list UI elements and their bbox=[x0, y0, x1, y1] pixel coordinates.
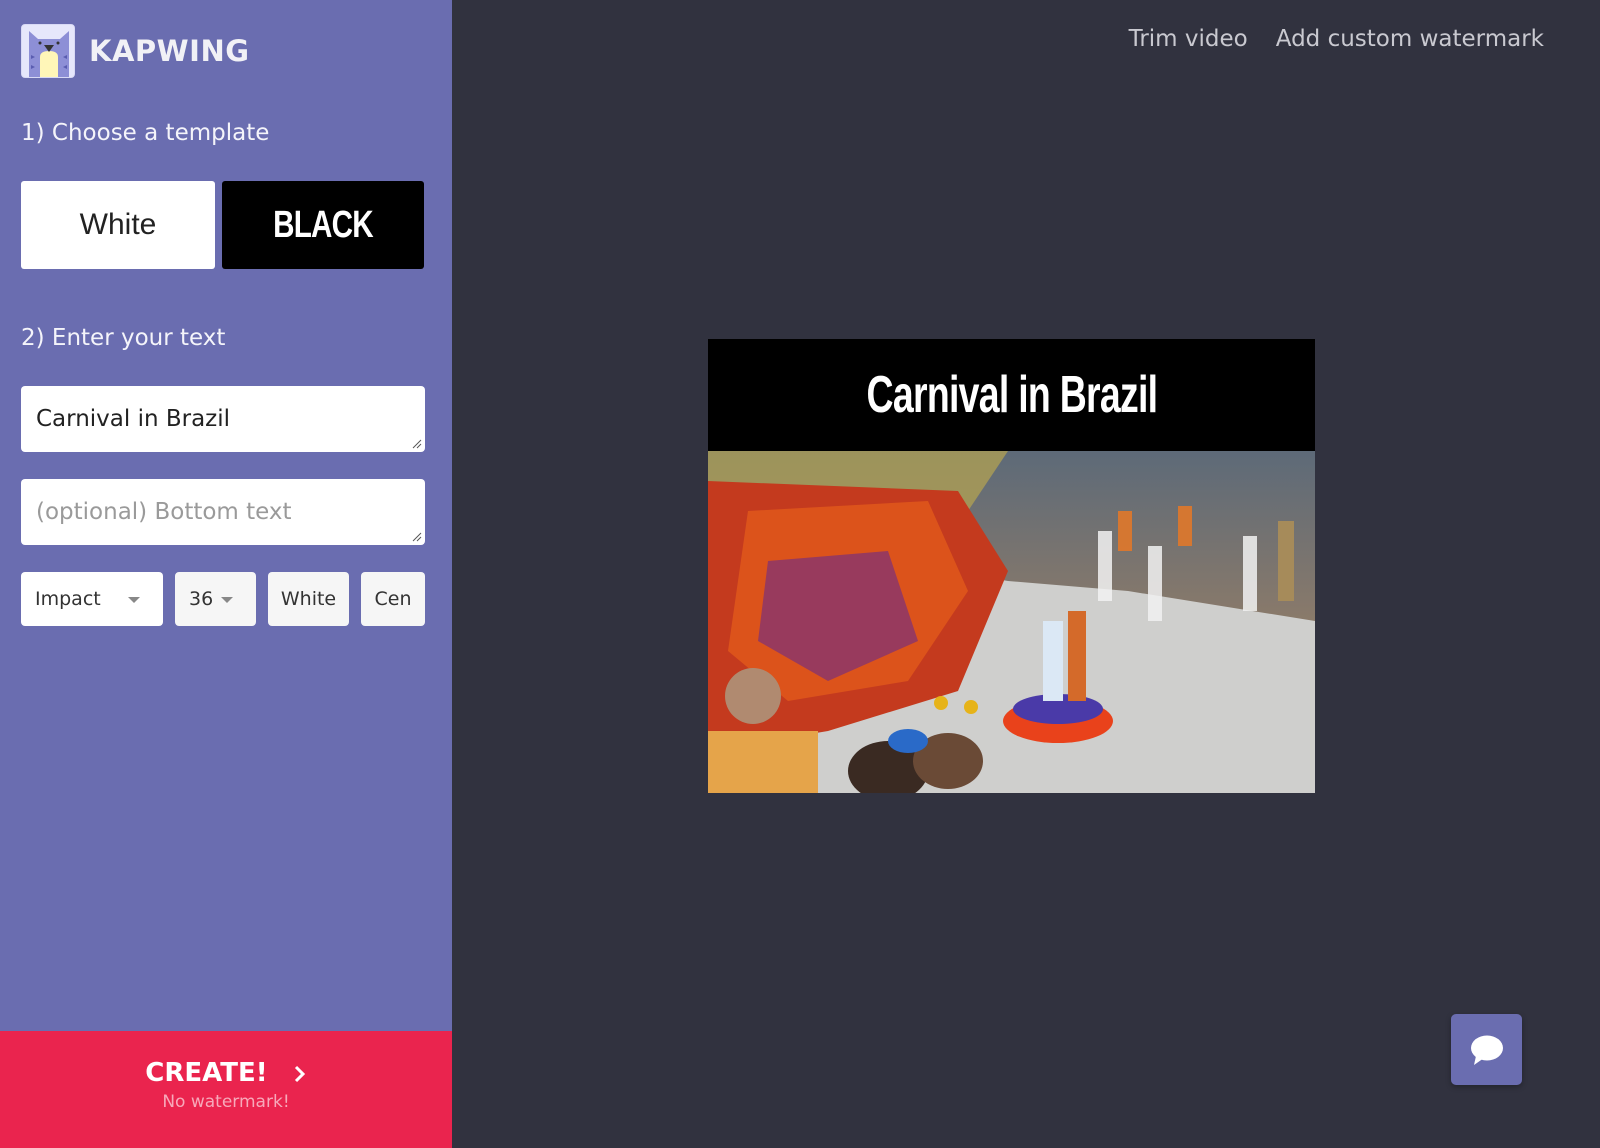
bottom-text-placeholder: (optional) Bottom text bbox=[36, 499, 292, 525]
caption-bar: Carnival in Brazil bbox=[708, 339, 1315, 451]
font-select[interactable]: Impact bbox=[21, 572, 163, 626]
chevron-down-icon bbox=[128, 597, 140, 603]
template-black-label: BLACK bbox=[273, 203, 374, 246]
template-black-button[interactable]: BLACK bbox=[222, 181, 424, 269]
meme-preview: Carnival in Brazil bbox=[708, 339, 1315, 793]
create-button-label-row: CREATE! bbox=[0, 1058, 452, 1088]
template-white-button[interactable]: White bbox=[21, 181, 215, 269]
chat-bubble-icon bbox=[1470, 1035, 1503, 1065]
carnival-photo bbox=[708, 451, 1315, 793]
brand[interactable]: KAPWING bbox=[21, 24, 250, 78]
text-align-value: Cen bbox=[374, 588, 412, 610]
preview-caption: Carnival in Brazil bbox=[866, 366, 1158, 424]
text-color-select[interactable]: White bbox=[268, 572, 349, 626]
top-text-input[interactable]: Carnival in Brazil bbox=[21, 386, 425, 452]
sidebar: KAPWING 1) Choose a template White BLACK… bbox=[0, 0, 452, 1148]
create-button-sublabel: No watermark! bbox=[162, 1092, 290, 1112]
create-button-label: CREATE! bbox=[145, 1058, 268, 1088]
resize-grip-icon[interactable] bbox=[412, 532, 422, 542]
brand-name: KAPWING bbox=[89, 34, 250, 68]
top-nav: Trim video Add custom watermark bbox=[1129, 26, 1544, 52]
step-1-title: 1) Choose a template bbox=[21, 120, 270, 146]
top-text-value: Carnival in Brazil bbox=[36, 406, 231, 432]
create-button[interactable]: CREATE! No watermark! bbox=[0, 1031, 452, 1148]
chat-button[interactable] bbox=[1451, 1014, 1522, 1085]
text-color-value: White bbox=[280, 588, 337, 610]
font-size-select[interactable]: 36 bbox=[175, 572, 256, 626]
add-watermark-link[interactable]: Add custom watermark bbox=[1276, 26, 1544, 52]
text-align-select[interactable]: Cen bbox=[361, 572, 425, 626]
cat-logo-icon bbox=[21, 24, 75, 78]
font-select-value: Impact bbox=[35, 588, 101, 610]
template-white-label: White bbox=[79, 208, 157, 241]
step-2-title: 2) Enter your text bbox=[21, 325, 226, 351]
trim-video-link[interactable]: Trim video bbox=[1129, 26, 1248, 52]
bottom-text-input[interactable]: (optional) Bottom text bbox=[21, 479, 425, 545]
chevron-right-icon bbox=[294, 1065, 305, 1082]
chevron-down-icon bbox=[221, 597, 233, 603]
resize-grip-icon[interactable] bbox=[412, 439, 422, 449]
font-size-value: 36 bbox=[189, 588, 214, 610]
